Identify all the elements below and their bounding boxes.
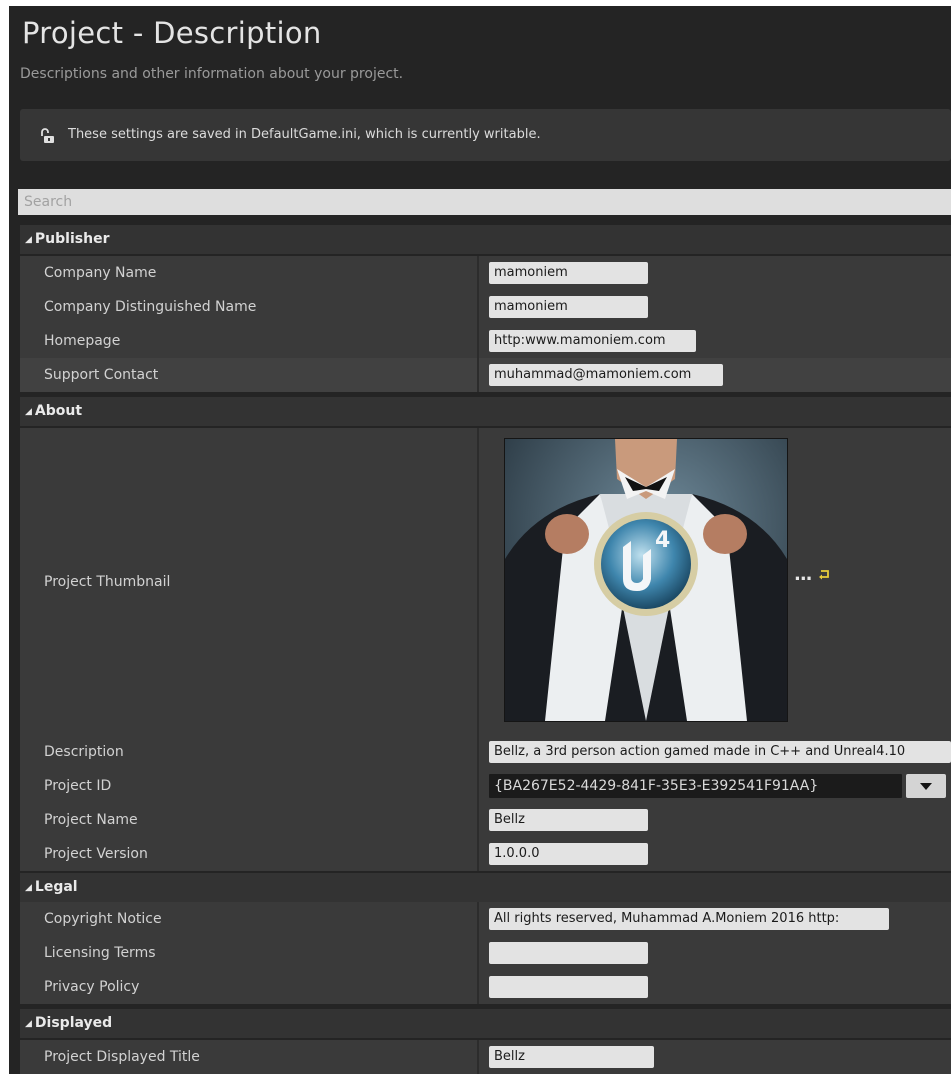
property-row-project-name: Project Name Bellz [20,803,951,837]
property-row-project-version: Project Version 1.0.0.0 [20,837,951,871]
property-label: Licensing Terms [44,945,156,961]
property-label: Privacy Policy [44,979,140,995]
copyright-notice-field[interactable]: All rights reserved, Muhammad A.Moniem 2… [489,908,889,930]
property-row-licensing-terms: Licensing Terms [20,936,951,970]
svg-text:4: 4 [655,528,670,553]
property-row-privacy-policy: Privacy Policy [20,970,951,1004]
project-thumbnail-image[interactable]: 4 [504,438,788,722]
homepage-field[interactable]: http:www.mamoniem.com [489,330,696,352]
property-label: Copyright Notice [44,911,162,927]
project-name-field[interactable]: Bellz [489,809,648,831]
property-label: Project Version [44,846,148,862]
property-row-support-contact: Support Contact muhammad@mamoniem.com [20,358,951,392]
category-label: About [34,403,83,419]
category-about[interactable]: ◢ About [20,397,951,426]
property-row-company-name: Company Name mamoniem [20,256,951,290]
page-subtitle: Descriptions and other information about… [20,66,404,82]
browse-button[interactable]: ... [794,564,812,585]
property-row-project-thumbnail: Project Thumbnail 4 ... [20,428,951,735]
property-row-description: Description Bellz, a 3rd person action g… [20,735,951,769]
company-name-field[interactable]: mamoniem [489,262,648,284]
property-row-project-displayed-title: Project Displayed Title Bellz [20,1040,951,1074]
category-label: Publisher [34,231,110,247]
property-label: Company Name [44,265,157,281]
collapse-triangle-icon[interactable]: ◢ [25,1019,32,1029]
project-id-field[interactable]: {BA267E52-4429-841F-35E3-E392541F91AA} [489,774,902,798]
category-label: Legal [34,879,78,895]
property-label: Project ID [44,778,112,794]
privacy-policy-field[interactable] [489,976,648,998]
property-label: Project Displayed Title [44,1049,200,1065]
description-field[interactable]: Bellz, a 3rd person action gamed made in… [489,741,951,763]
property-label: Project Thumbnail [44,573,171,590]
property-row-company-distinguished-name: Company Distinguished Name mamoniem [20,290,951,324]
chevron-down-icon [920,783,932,790]
category-publisher[interactable]: ◢ Publisher [20,225,951,254]
licensing-terms-field[interactable] [489,942,648,964]
company-distinguished-name-field[interactable]: mamoniem [489,296,648,318]
notice-text: These settings are saved in DefaultGame.… [68,127,541,142]
page-title: Project - Description [22,16,322,50]
property-label: Homepage [44,333,121,349]
property-label: Description [44,744,124,760]
unlocked-padlock-icon [41,128,54,143]
project-displayed-title-field[interactable]: Bellz [489,1046,654,1068]
property-row-project-id: Project ID {BA267E52-4429-841F-35E3-E392… [20,769,951,803]
project-id-dropdown-button[interactable] [906,774,946,798]
category-displayed[interactable]: ◢ Displayed [20,1009,951,1038]
property-row-homepage: Homepage http:www.mamoniem.com [20,324,951,358]
category-label: Displayed [34,1015,113,1031]
property-label: Company Distinguished Name [44,299,257,315]
reset-to-default-arrow-icon[interactable] [819,568,831,580]
category-legal[interactable]: ◢ Legal [20,873,951,902]
config-notice-banner: These settings are saved in DefaultGame.… [20,109,951,161]
property-row-copyright-notice: Copyright Notice All rights reserved, Mu… [20,902,951,936]
collapse-triangle-icon[interactable]: ◢ [25,407,32,417]
collapse-triangle-icon[interactable]: ◢ [25,235,32,245]
settings-panel: Project - Description Descriptions and o… [9,6,951,1074]
property-label: Support Contact [44,367,159,383]
collapse-triangle-icon[interactable]: ◢ [25,883,32,893]
project-version-field[interactable]: 1.0.0.0 [489,843,648,865]
property-label: Project Name [44,812,138,828]
support-contact-field[interactable]: muhammad@mamoniem.com [489,364,723,386]
search-input[interactable] [18,189,951,215]
